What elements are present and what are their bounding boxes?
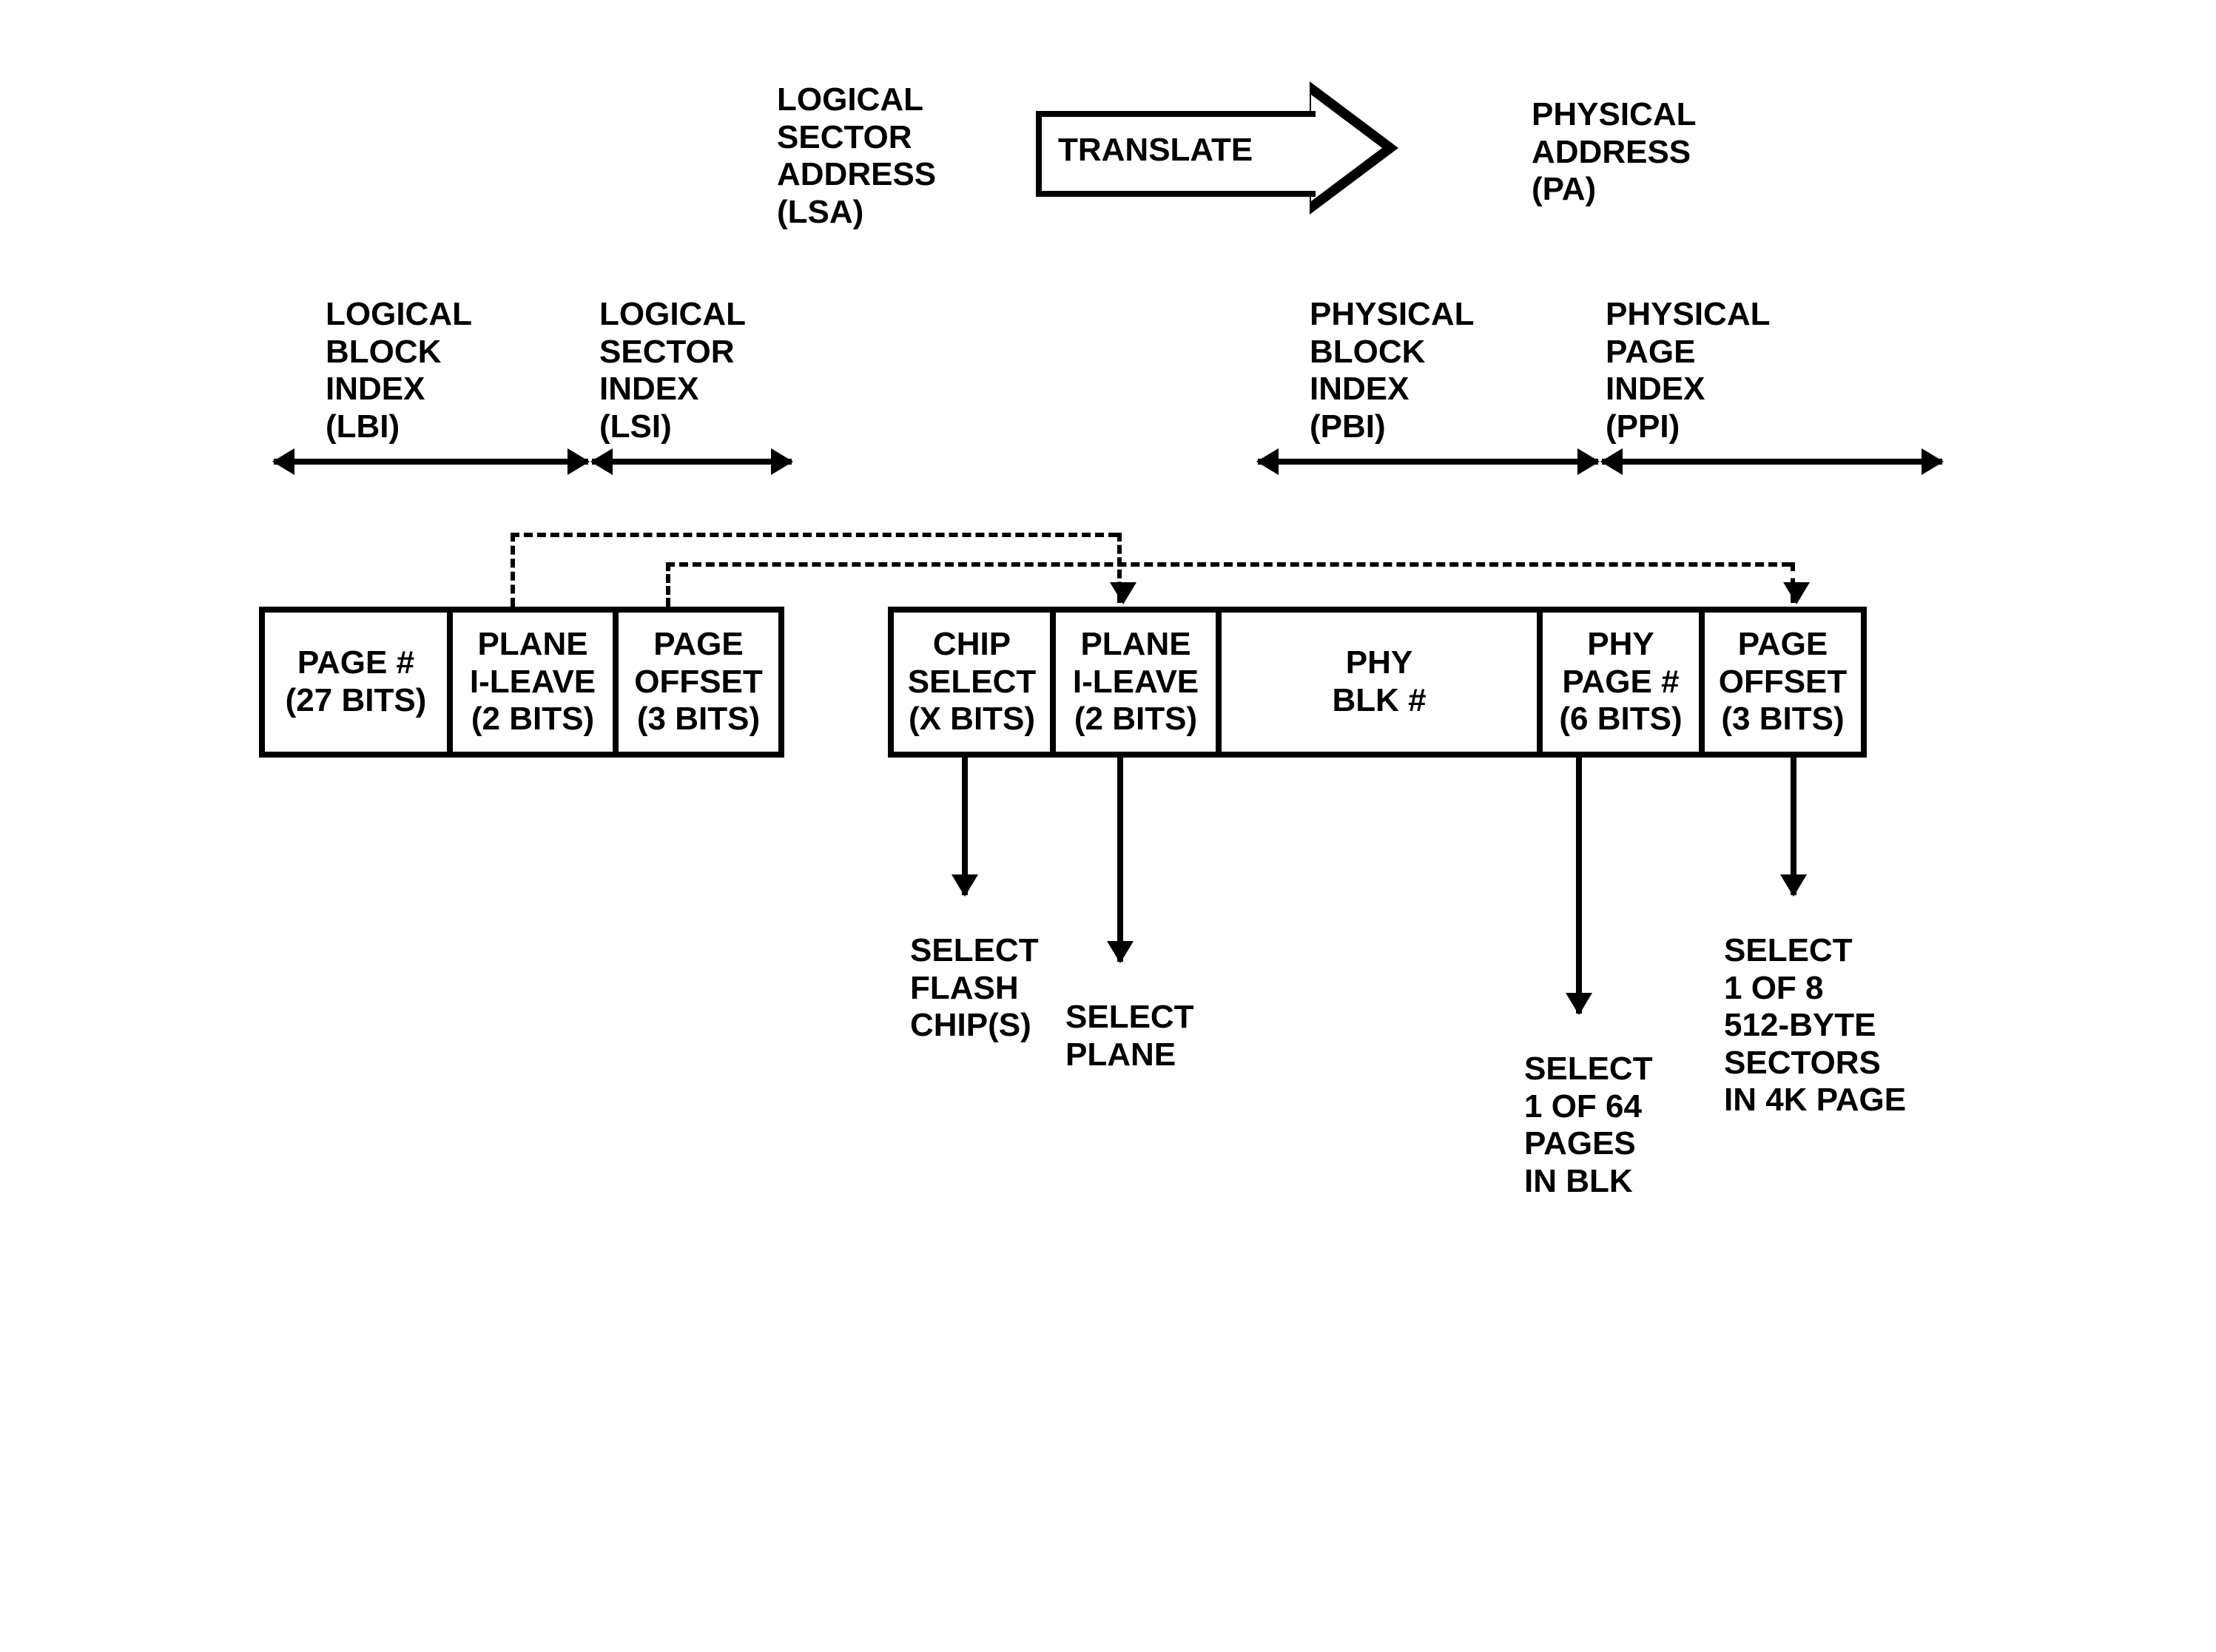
annot-chip: SELECT FLASH CHIP(S) (910, 932, 1039, 1045)
lsi-label: LOGICAL SECTOR INDEX (LSI) (599, 296, 746, 445)
ppi-label: PHYSICAL PAGE INDEX (PPI) (1606, 296, 1770, 445)
dash (666, 562, 670, 607)
translate-label: TRANSLATE (1058, 132, 1253, 169)
dash (511, 533, 1117, 537)
dash (1117, 533, 1122, 603)
lbi-dim (274, 459, 588, 465)
field-page: PHY PAGE # (6 BITS) (1543, 613, 1705, 752)
field-plane-left: PLANE I-LEAVE (2 BITS) (453, 613, 619, 752)
field-offset: PAGE OFFSET (3 BITS) (1705, 613, 1861, 752)
field-plane: PLANE I-LEAVE (2 BITS) (1056, 613, 1222, 752)
annot-plane: SELECT PLANE (1065, 999, 1194, 1073)
pa-fields: CHIP SELECT (X BITS) PLANE I-LEAVE (2 BI… (888, 607, 1867, 758)
arrow-down (1576, 755, 1582, 1014)
diagram: LOGICAL SECTOR ADDRESS (LSA) TRANSLATE P… (0, 0, 2216, 1652)
pa-label: PHYSICAL ADDRESS (PA) (1532, 96, 1696, 209)
pbi-dim (1258, 459, 1598, 465)
lsa-label: LOGICAL SECTOR ADDRESS (LSA) (777, 81, 936, 231)
arrow-down (1117, 755, 1123, 962)
dash (511, 533, 515, 607)
arrow-down (1791, 755, 1796, 895)
field-chip: CHIP SELECT (X BITS) (894, 613, 1056, 752)
lbi-label: LOGICAL BLOCK INDEX (LBI) (326, 296, 472, 445)
dash (666, 562, 1791, 567)
lsa-fields: PAGE # (27 BITS) PLANE I-LEAVE (2 BITS) … (259, 607, 784, 758)
arrow-down (962, 755, 968, 895)
annot-page: SELECT 1 OF 64 PAGES IN BLK (1524, 1051, 1653, 1200)
annot-offset: SELECT 1 OF 8 512-BYTE SECTORS IN 4K PAG… (1724, 932, 1906, 1119)
field-blk: PHY BLK # (1222, 613, 1543, 752)
pbi-label: PHYSICAL BLOCK INDEX (PBI) (1310, 296, 1474, 445)
dash (1791, 562, 1795, 603)
lsi-dim (592, 459, 792, 465)
translate-arrow: TRANSLATE (1036, 96, 1398, 200)
field-page-num: PAGE # (27 BITS) (265, 613, 453, 752)
ppi-dim (1602, 459, 1942, 465)
field-offset-left: PAGE OFFSET (3 BITS) (619, 613, 778, 752)
